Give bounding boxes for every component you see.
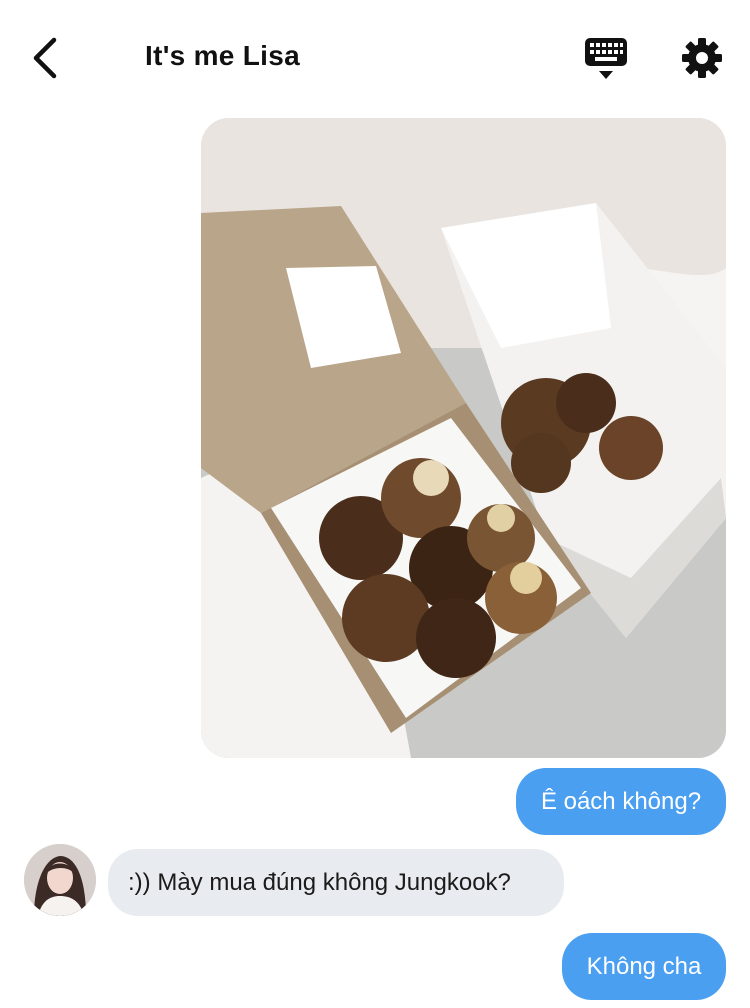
settings-button[interactable] (680, 36, 724, 80)
outgoing-message-bubble[interactable]: Ê oách không? (516, 768, 726, 835)
keyboard-button[interactable] (584, 36, 628, 82)
chat-title: It's me Lisa (145, 40, 300, 71)
chat-header: It's me Lisa (0, 0, 750, 115)
cookies-photo-image (201, 118, 726, 758)
gear-icon (682, 38, 722, 78)
back-button[interactable] (26, 34, 66, 82)
avatar-image (24, 844, 96, 916)
keyboard-icon (585, 38, 627, 79)
message-photo[interactable] (201, 118, 726, 758)
incoming-message-bubble[interactable]: :)) Mày mua đúng không Jungkook? (108, 849, 564, 916)
chevron-left-icon (33, 37, 57, 79)
outgoing-message-bubble[interactable]: Không cha (562, 933, 726, 1000)
contact-avatar[interactable] (24, 844, 96, 916)
